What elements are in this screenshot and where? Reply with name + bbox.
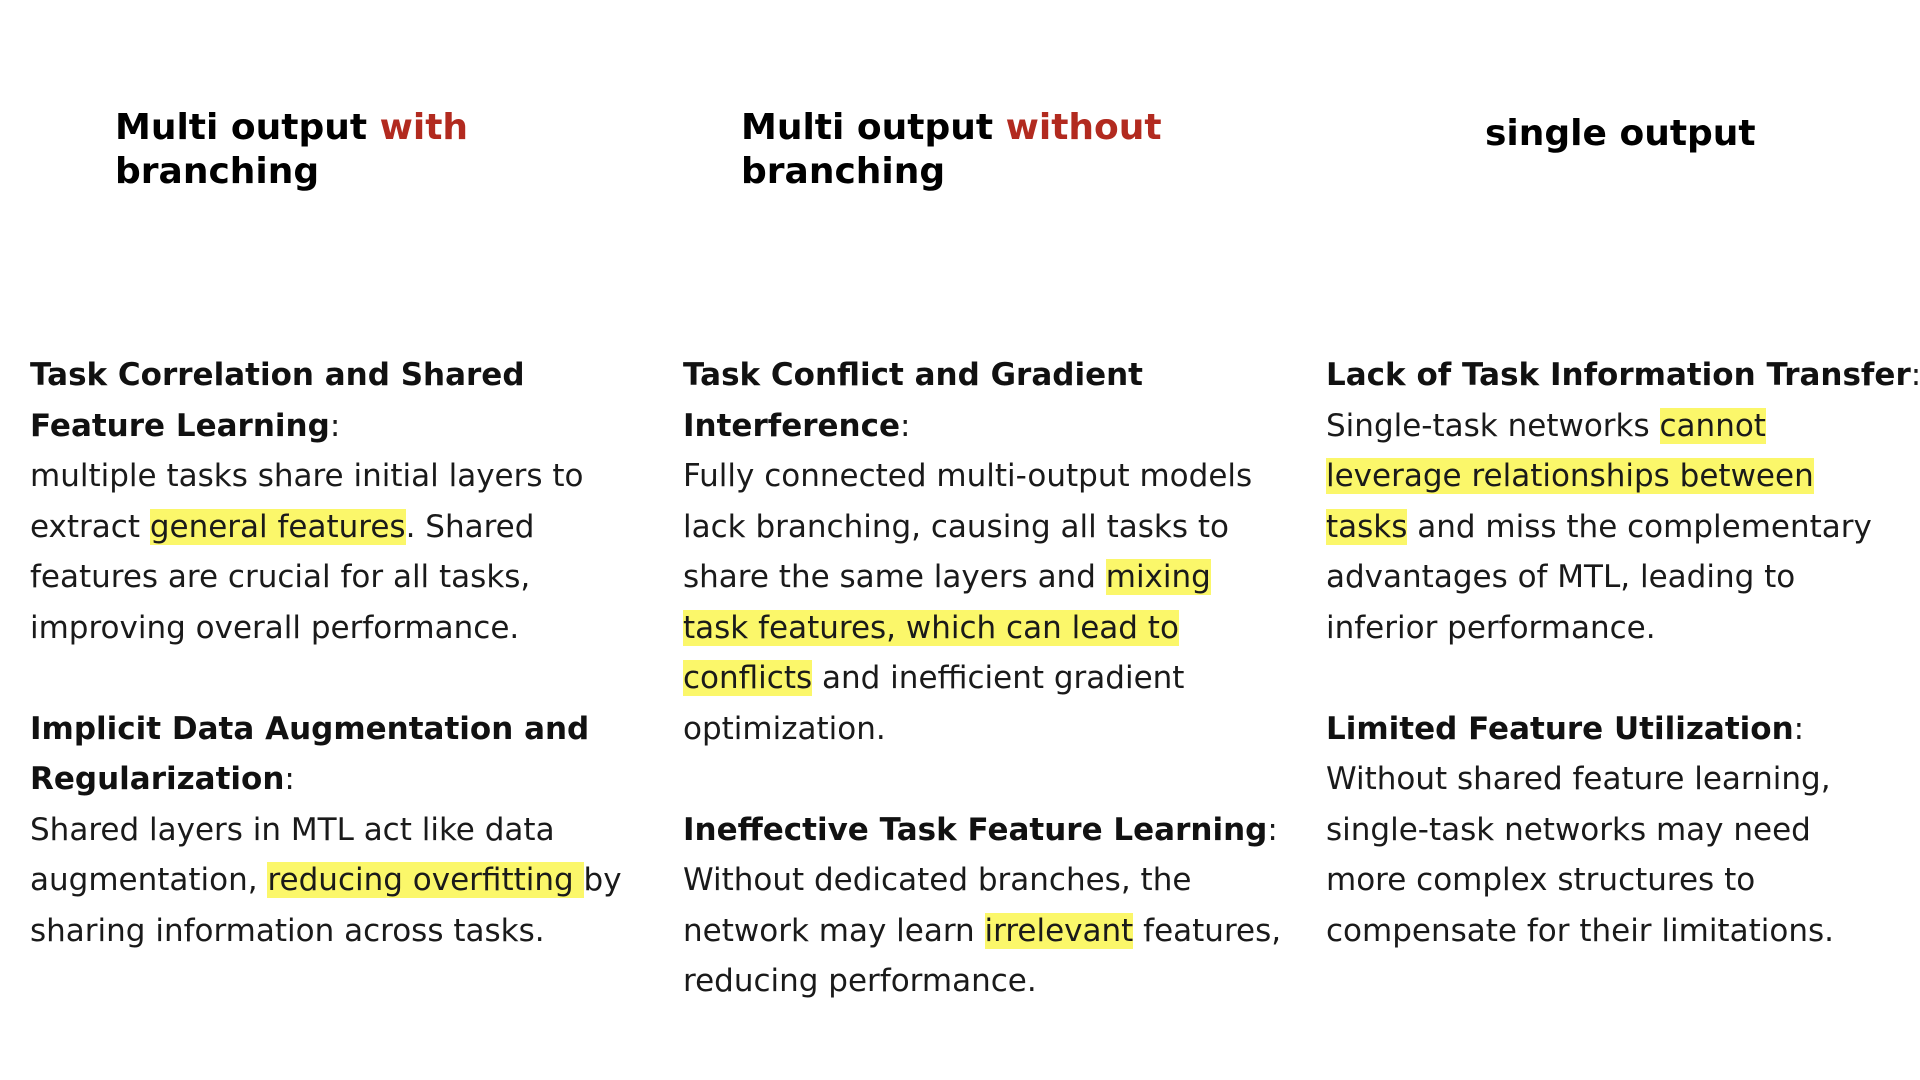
heading-single-output: single output [1485, 112, 1756, 156]
column-without-branching: Task Conflict and Gradient Interference:… [683, 350, 1283, 1057]
heading-multi-output-without-branching: Multi output without branching [741, 106, 1162, 194]
point-text: Without shared feature learning, single-… [1326, 761, 1834, 949]
point-text: Single-task networks [1326, 407, 1660, 444]
heading-accent: with [379, 107, 469, 148]
point-title: Task Correlation and Shared Feature Lear… [30, 357, 525, 444]
point-colon: : [329, 407, 341, 444]
point-colon: : [1793, 710, 1805, 747]
highlighted-text: irrelevant [984, 912, 1134, 949]
heading-multi-output-with-branching: Multi output with branching [115, 106, 468, 194]
point-colon: : [900, 407, 911, 444]
point-block: Limited Feature Utilization: Without sha… [1326, 704, 1896, 957]
point-title: Lack of Task Information Transfer [1326, 357, 1911, 393]
point-colon: : [284, 761, 295, 797]
point-title: Implicit Data Augmentation and Regulariz… [30, 710, 590, 798]
point-text: and miss the complementary advantages of… [1326, 508, 1872, 646]
heading-text: branching [115, 151, 320, 192]
column-with-branching: Task Correlation and Shared Feature Lear… [30, 350, 625, 1007]
point-colon: : [1267, 811, 1278, 848]
column-single-output: Lack of Task Information Transfer: Singl… [1326, 350, 1920, 1007]
point-title: Limited Feature Utilization [1326, 710, 1794, 747]
point-block: Task Conflict and Gradient Interference:… [683, 350, 1283, 754]
point-block: Task Correlation and Shared Feature Lear… [30, 350, 625, 653]
heading-text: Multi output [741, 107, 1006, 148]
point-block: Ineffective Task Feature Learning: Witho… [683, 805, 1283, 1007]
point-title: Ineffective Task Feature Learning [683, 811, 1268, 848]
highlighted-text: general features [149, 508, 406, 545]
heading-text: branching [741, 151, 946, 192]
heading-accent: without [1005, 107, 1162, 148]
heading-text: single output [1485, 113, 1756, 154]
point-block: Lack of Task Information Transfer: Singl… [1326, 350, 1920, 653]
point-block: Implicit Data Augmentation and Regulariz… [30, 704, 625, 957]
highlighted-text: reducing overfitting [267, 862, 584, 898]
point-title: Task Conflict and Gradient Interference [683, 357, 1143, 444]
point-colon: : [1911, 357, 1920, 393]
heading-text: Multi output [115, 107, 380, 148]
